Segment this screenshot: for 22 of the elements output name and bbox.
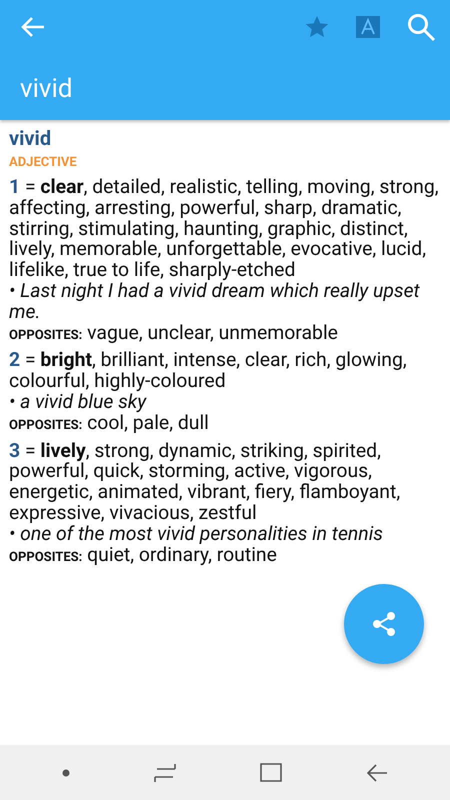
definition: 2 = bright, brilliant, intense, clear, rich, glowing, colourful, highly-coloured: [9, 350, 408, 392]
star-icon[interactable]: [304, 15, 330, 39]
part-of-speech: ADJECTIVE: [9, 154, 77, 172]
definition: 3 = lively, strong, dynamic, striking, spirited, powerful, quick, storming, active, vigorous, energetic, animated, vibrant, fiery, flamboyant, expressive, vivacious, zestful: [9, 440, 402, 524]
recents-icon[interactable]: [154, 762, 176, 782]
back-icon[interactable]: [366, 762, 388, 782]
home-icon[interactable]: [260, 762, 282, 782]
opposites-label: OPPOSITES:: [9, 328, 82, 343]
font-icon[interactable]: [356, 16, 380, 38]
opposites-list: quiet, ordinary, routine: [87, 542, 277, 566]
dot-icon[interactable]: [62, 768, 70, 776]
search-icon[interactable]: [406, 12, 436, 42]
share-button[interactable]: [344, 584, 424, 664]
headword: vivid: [9, 126, 52, 150]
opposites-list: vague, unclear, unmemorable: [87, 320, 338, 344]
share-icon: [370, 610, 398, 638]
definition: 1 = clear, detailed, realistic, telling, moving, strong, affecting, arresting, powerful, sharp, dramatic, stirring, stimulating, haunting, graphic, distinct, lively, memorable, unforgettable, evocative, lucid, lifelike, true to life, sharply-etched: [9, 177, 440, 281]
back-button[interactable]: [20, 16, 46, 38]
example-sentence: • one of the most vivid personalities in tennis: [9, 522, 383, 545]
opposites-label: OPPOSITES:: [9, 550, 82, 565]
opposites-label: OPPOSITES:: [9, 418, 82, 433]
page-title: vivid: [20, 74, 72, 104]
